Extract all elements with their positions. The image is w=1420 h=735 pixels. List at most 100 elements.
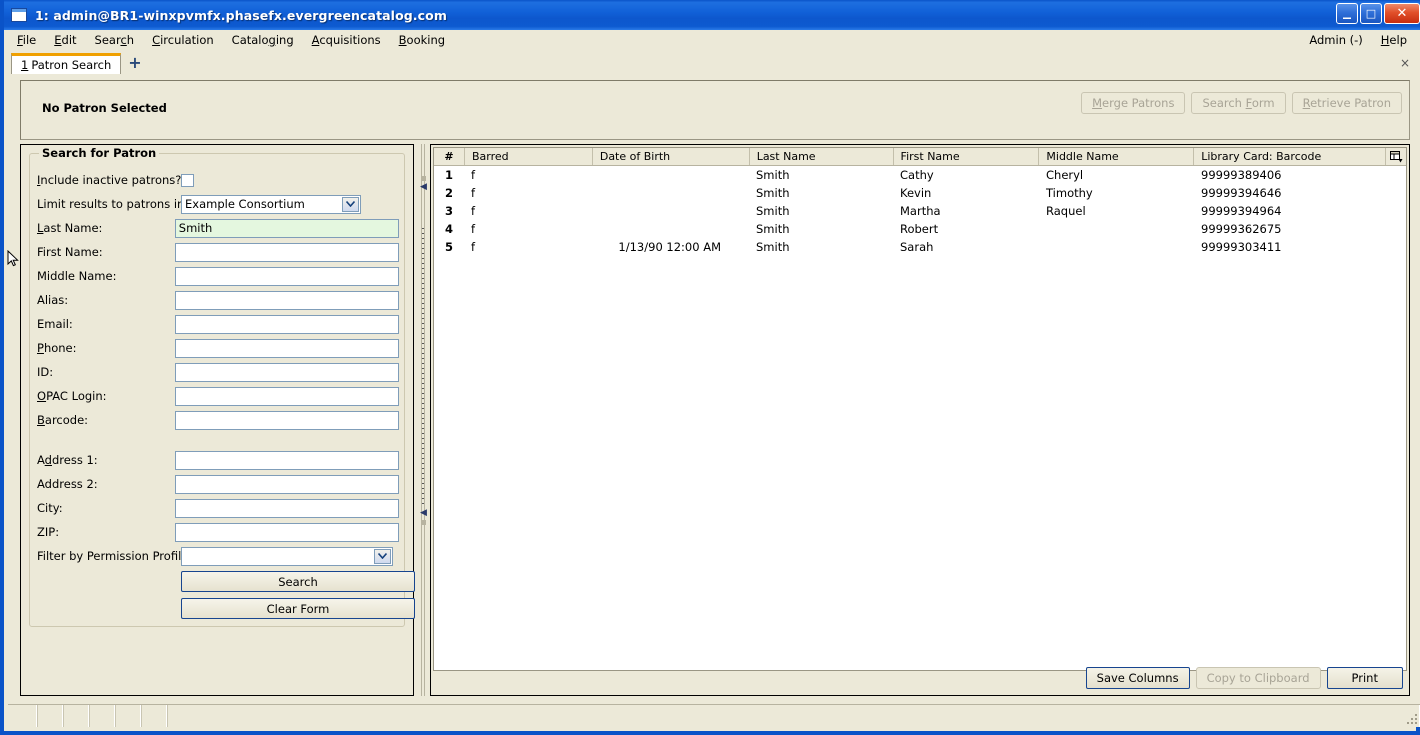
menu-acquisitions[interactable]: Acquisitions <box>303 32 390 48</box>
new-tab-button[interactable]: + <box>128 54 141 74</box>
cell-first: Kevin <box>900 186 932 200</box>
column-header-barred[interactable]: Barred <box>463 148 592 165</box>
cell-middle: Timothy <box>1046 186 1093 200</box>
label-phone: Phone: <box>37 341 77 355</box>
field-row-opac-login: OPAC Login: <box>37 384 399 408</box>
label-permission-profile: Filter by Permission Profile: <box>37 549 193 563</box>
label-include-inactive: Include inactive patrons? <box>37 173 182 187</box>
column-header-first-name[interactable]: First Name <box>892 148 1039 165</box>
limit-results-value: Example Consortium <box>185 197 305 211</box>
splitter-collapse-down-icon[interactable]: ◀ <box>420 509 427 518</box>
field-row-email: Email: <box>37 312 399 336</box>
zip-input[interactable] <box>174 522 399 542</box>
minimize-button[interactable]: _ <box>1336 2 1358 24</box>
table-row[interactable]: 3 f Smith Martha Raquel 99999394964 <box>434 202 1406 220</box>
column-header-barcode[interactable]: Library Card: Barcode <box>1193 148 1385 165</box>
id-input[interactable] <box>174 362 399 382</box>
label-id: ID: <box>37 365 54 379</box>
field-row-id: ID: <box>37 360 399 384</box>
clear-form-button[interactable]: Clear Form <box>181 598 415 619</box>
table-row[interactable]: 1 f Smith Cathy Cheryl 99999389406 <box>434 166 1406 184</box>
label-opac-login: OPAC Login: <box>37 389 107 403</box>
chevron-down-icon-2 <box>374 548 391 564</box>
cell-barcode: 99999394964 <box>1201 204 1282 218</box>
limit-results-select[interactable]: Example Consortium <box>181 194 361 214</box>
cell-last: Smith <box>756 168 790 182</box>
copy-to-clipboard-button[interactable]: Copy to Clipboard <box>1195 667 1321 689</box>
label-last-name: Last Name: <box>37 221 103 235</box>
phone-input[interactable] <box>174 338 399 358</box>
tab-patron-search[interactable]: 1 Patron Search <box>11 53 122 75</box>
table-row[interactable]: 4 f Smith Robert 99999362675 <box>434 220 1406 238</box>
barcode-input[interactable] <box>174 410 399 430</box>
last-name-input[interactable] <box>174 218 399 238</box>
column-header-middle-name[interactable]: Middle Name <box>1038 148 1193 165</box>
status-cell-3 <box>63 705 89 727</box>
menu-cataloging[interactable]: Cataloging <box>223 32 303 48</box>
first-name-input[interactable] <box>174 242 399 262</box>
chevron-down-icon <box>342 196 359 212</box>
search-form-button[interactable]: Search Form <box>1191 92 1286 114</box>
cell-first: Sarah <box>900 240 934 254</box>
menu-admin[interactable]: Admin (-) <box>1300 32 1371 48</box>
permission-profile-select[interactable] <box>181 546 393 566</box>
address2-input[interactable] <box>174 474 399 494</box>
label-address1: Address 1: <box>37 453 98 467</box>
splitter-collapse-up-icon[interactable]: ◀ <box>420 183 427 192</box>
field-row-middle-name: Middle Name: <box>37 264 399 288</box>
column-picker-icon[interactable] <box>1385 148 1406 165</box>
window-title: 1: admin@BR1-winxpvmfx.phasefx.evergreen… <box>35 7 447 23</box>
search-button[interactable]: Search <box>181 571 415 592</box>
maximize-button[interactable]: □ <box>1360 3 1382 24</box>
cell-dob <box>592 202 749 220</box>
opac-login-input[interactable] <box>174 386 399 406</box>
results-grid-body: 1 f Smith Cathy Cheryl 99999389406 2 f Smith Kevi… <box>434 166 1406 256</box>
cell-first: Cathy <box>900 168 934 182</box>
maximize-icon: □ <box>1365 7 1377 20</box>
menu-file[interactable]: File <box>8 32 45 48</box>
status-cell-6 <box>141 705 167 727</box>
menu-edit[interactable]: Edit <box>45 32 85 48</box>
middle-name-input[interactable] <box>174 266 399 286</box>
column-header-last-name[interactable]: Last Name <box>748 148 893 165</box>
close-button[interactable]: ✕ <box>1384 3 1420 24</box>
include-inactive-checkbox[interactable] <box>181 173 194 187</box>
table-row[interactable]: 5 f 1/13/90 12:00 AM Smith Sarah 99999303411 <box>434 238 1406 256</box>
label-barcode: Barcode: <box>37 413 89 427</box>
results-grid-header: # Barred Date of Birth Last Name First N… <box>434 148 1406 166</box>
merge-patrons-button[interactable]: Merge Patrons <box>1081 92 1186 114</box>
cell-barred: f <box>471 186 476 200</box>
application-window: 1: admin@BR1-winxpvmfx.phasefx.evergreen… <box>0 0 1420 735</box>
print-button[interactable]: Print <box>1326 667 1403 689</box>
patron-status-label: No Patron Selected <box>42 101 167 115</box>
content-area: No Patron Selected Merge Patrons Search … <box>8 74 1420 705</box>
column-header-dob[interactable]: Date of Birth <box>591 148 749 165</box>
cell-barcode: 99999303411 <box>1201 240 1282 254</box>
menu-circulation[interactable]: Circulation <box>143 32 223 48</box>
cell-num: 3 <box>434 202 464 220</box>
label-city: City: <box>37 501 63 515</box>
save-columns-button[interactable]: Save Columns <box>1085 667 1190 689</box>
retrieve-patron-button[interactable]: Retrieve Patron <box>1291 92 1402 114</box>
menu-booking[interactable]: Booking <box>390 32 454 48</box>
resize-grip[interactable] <box>1406 713 1418 725</box>
address1-input[interactable] <box>174 450 399 470</box>
results-grid: # Barred Date of Birth Last Name First N… <box>433 147 1407 671</box>
cell-dob: 1/13/90 12:00 AM <box>618 240 721 254</box>
status-cell-2 <box>37 705 63 727</box>
cell-last: Smith <box>756 204 790 218</box>
panel-splitter[interactable]: ◀ ◀ <box>416 144 430 696</box>
email-input[interactable] <box>174 314 399 334</box>
table-row[interactable]: 2 f Smith Kevin Timothy 99999394646 <box>434 184 1406 202</box>
city-input[interactable] <box>174 498 399 518</box>
menu-help[interactable]: Help <box>1372 32 1416 48</box>
alias-input[interactable] <box>174 290 399 310</box>
status-cell-5 <box>115 705 141 727</box>
column-header-num[interactable]: # <box>434 148 464 165</box>
menu-search[interactable]: Search <box>86 32 144 48</box>
field-row-last-name: Last Name: <box>37 216 399 240</box>
close-tab-button[interactable]: × <box>1400 56 1410 70</box>
field-row-zip: ZIP: <box>37 520 399 544</box>
cell-middle <box>1039 220 1194 238</box>
cell-barred: f <box>471 222 476 236</box>
